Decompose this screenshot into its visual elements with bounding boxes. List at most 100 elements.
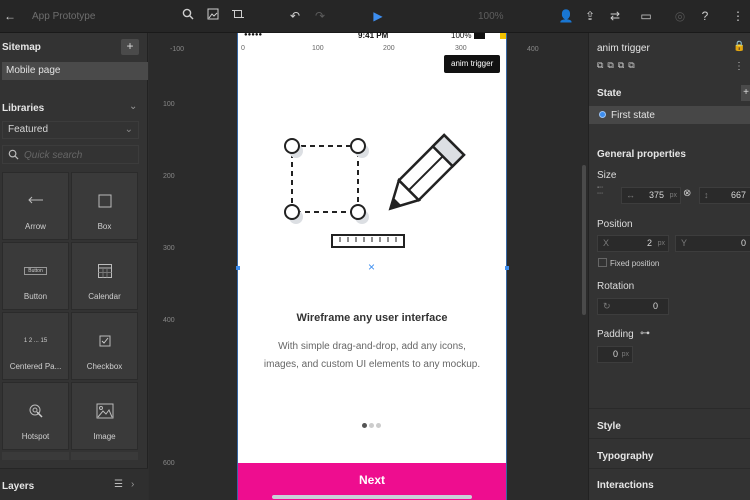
- width-unit: px: [669, 192, 677, 199]
- image-icon: [72, 403, 137, 419]
- y-input[interactable]: Y 0: [675, 235, 750, 252]
- padding-input[interactable]: 0 px: [597, 346, 633, 363]
- ruler-tick: -100: [170, 46, 185, 53]
- library-tile-partial: [2, 452, 69, 460]
- tile-label: Arrow: [25, 222, 46, 231]
- height-input[interactable]: ↕ 667: [699, 187, 750, 204]
- general-properties-header: General properties: [597, 149, 686, 160]
- tile-label: Centered Pa...: [9, 362, 62, 371]
- divider: [589, 438, 750, 439]
- y-value: 0: [740, 238, 746, 248]
- y-label: Y: [681, 238, 688, 248]
- search-icon[interactable]: [180, 8, 196, 24]
- tile-label: Button: [23, 292, 48, 301]
- typography-section[interactable]: Typography: [597, 451, 653, 462]
- comment-icon[interactable]: ▭: [638, 8, 654, 24]
- library-tile-centered-pagination[interactable]: 1 2 ... 15 Centered Pa...: [2, 312, 69, 380]
- width-input[interactable]: ↔ 375 px: [621, 187, 681, 204]
- rotation-input[interactable]: ↻ 0: [597, 298, 669, 315]
- padding-link-icon[interactable]: ⊶: [640, 328, 650, 339]
- library-tile-box[interactable]: Box: [71, 172, 138, 240]
- selection-border-left: [237, 33, 238, 500]
- ruler-tick: 400: [163, 317, 175, 324]
- wireframe-illustration-icon: [284, 133, 466, 248]
- zoom-level[interactable]: 100%: [478, 11, 504, 22]
- library-tile-button[interactable]: Button Button: [2, 242, 69, 310]
- play-icon[interactable]: ▶: [370, 8, 386, 24]
- add-state-button[interactable]: +: [741, 85, 750, 101]
- library-tile-arrow[interactable]: Arrow: [2, 172, 69, 240]
- battery-icon: [474, 33, 485, 39]
- search-placeholder: Quick search: [24, 150, 83, 161]
- help-icon[interactable]: ?: [697, 8, 713, 24]
- rotation-value: 0: [652, 301, 658, 311]
- x-label: X: [603, 238, 610, 248]
- button-icon-text: Button: [24, 267, 47, 275]
- add-page-button[interactable]: +: [121, 39, 139, 55]
- redo-icon: ↷: [314, 9, 326, 23]
- arrow-icon: [3, 195, 68, 211]
- size-preset-icon[interactable]: ▪▫▫ ▫▫▫: [597, 185, 611, 199]
- canvas-vertical-scrollbar[interactable]: [582, 165, 586, 315]
- style-section[interactable]: Style: [597, 421, 621, 432]
- sitemap-item-mobile-page[interactable]: Mobile page: [2, 62, 148, 80]
- canvas-scrollbar[interactable]: [272, 495, 472, 499]
- properties-panel: anim trigger 🔒 ⧉⧉⧉⧉ ⋮ State + First stat…: [588, 33, 750, 500]
- link-dimensions-icon[interactable]: ⊗: [683, 188, 691, 199]
- library-tile-hotspot[interactable]: Hotspot: [2, 382, 69, 450]
- layers-filter-icon[interactable]: ☰: [114, 479, 123, 490]
- rotation-label: Rotation: [597, 281, 635, 292]
- status-check-icon: ◎: [674, 9, 686, 23]
- phone-status-bar: ●●●●● 9:41 PM 100%: [238, 31, 506, 42]
- phone-ruler-overlay: 0 100 200 300: [238, 42, 506, 52]
- library-tile-checkbox[interactable]: Checkbox: [71, 312, 138, 380]
- size-label: Size: [597, 170, 617, 181]
- interactions-section[interactable]: Interactions: [597, 480, 654, 491]
- padding-unit: px: [621, 351, 629, 358]
- x-value: 2: [646, 238, 652, 248]
- select-chevron-icon: ⌄: [124, 124, 133, 135]
- tile-label: Hotspot: [21, 432, 50, 441]
- image-upload-icon[interactable]: [205, 8, 221, 24]
- tile-label: Calendar: [88, 292, 121, 301]
- share-icon[interactable]: ⇪: [582, 8, 598, 24]
- crop-frame-icon[interactable]: [230, 8, 246, 24]
- page-dot: [369, 423, 374, 428]
- height-arrow-icon: ↕: [704, 190, 709, 200]
- more-options-icon[interactable]: ⋮: [734, 61, 744, 72]
- back-arrow-icon[interactable]: ←: [2, 8, 18, 24]
- rotation-icon: ↻: [603, 301, 611, 311]
- library-search[interactable]: Quick search: [2, 145, 139, 164]
- chevron-right-icon[interactable]: ›: [131, 479, 134, 490]
- divider: [589, 408, 750, 409]
- selection-corner-marker: [500, 33, 506, 39]
- state-row-first[interactable]: First state: [589, 106, 750, 124]
- hotspot-icon: [3, 403, 68, 419]
- width-arrow-icon: ↔: [626, 190, 635, 200]
- library-tile-calendar[interactable]: Calendar: [71, 242, 138, 310]
- more-menu-icon[interactable]: ⋮: [730, 8, 746, 24]
- alignment-icons[interactable]: ⧉⧉⧉⧉: [597, 60, 639, 71]
- position-label: Position: [597, 219, 633, 230]
- search-icon: [8, 149, 19, 163]
- library-select-value: Featured: [8, 124, 49, 135]
- element-name[interactable]: anim trigger: [597, 43, 650, 54]
- chevron-down-icon[interactable]: ⌄: [129, 101, 137, 112]
- onboarding-heading: Wireframe any user interface: [296, 312, 448, 324]
- fixed-position-checkbox[interactable]: [598, 258, 607, 267]
- project-title[interactable]: App Prototype: [32, 11, 95, 22]
- onboarding-body-line2: images, and custom UI elements to any mo…: [263, 359, 481, 370]
- box-icon: [72, 193, 137, 209]
- page-dot-active: [362, 423, 367, 428]
- library-tile-image[interactable]: Image: [71, 382, 138, 450]
- library-select[interactable]: Featured ⌄: [2, 121, 139, 139]
- page-indicator: [362, 423, 382, 429]
- transfer-icon[interactable]: ⇄: [607, 8, 623, 24]
- phone-screen[interactable]: ●●●●● 9:41 PM 100% 0 100 200 300 anim tr…: [238, 31, 506, 500]
- lock-icon[interactable]: 🔒: [733, 41, 745, 52]
- x-input[interactable]: X 2 px: [597, 235, 669, 252]
- padding-value: 0: [612, 349, 618, 359]
- anim-trigger-tooltip: anim trigger: [444, 55, 501, 73]
- undo-icon[interactable]: ↶: [287, 8, 303, 24]
- add-user-icon[interactable]: 👤: [558, 8, 574, 24]
